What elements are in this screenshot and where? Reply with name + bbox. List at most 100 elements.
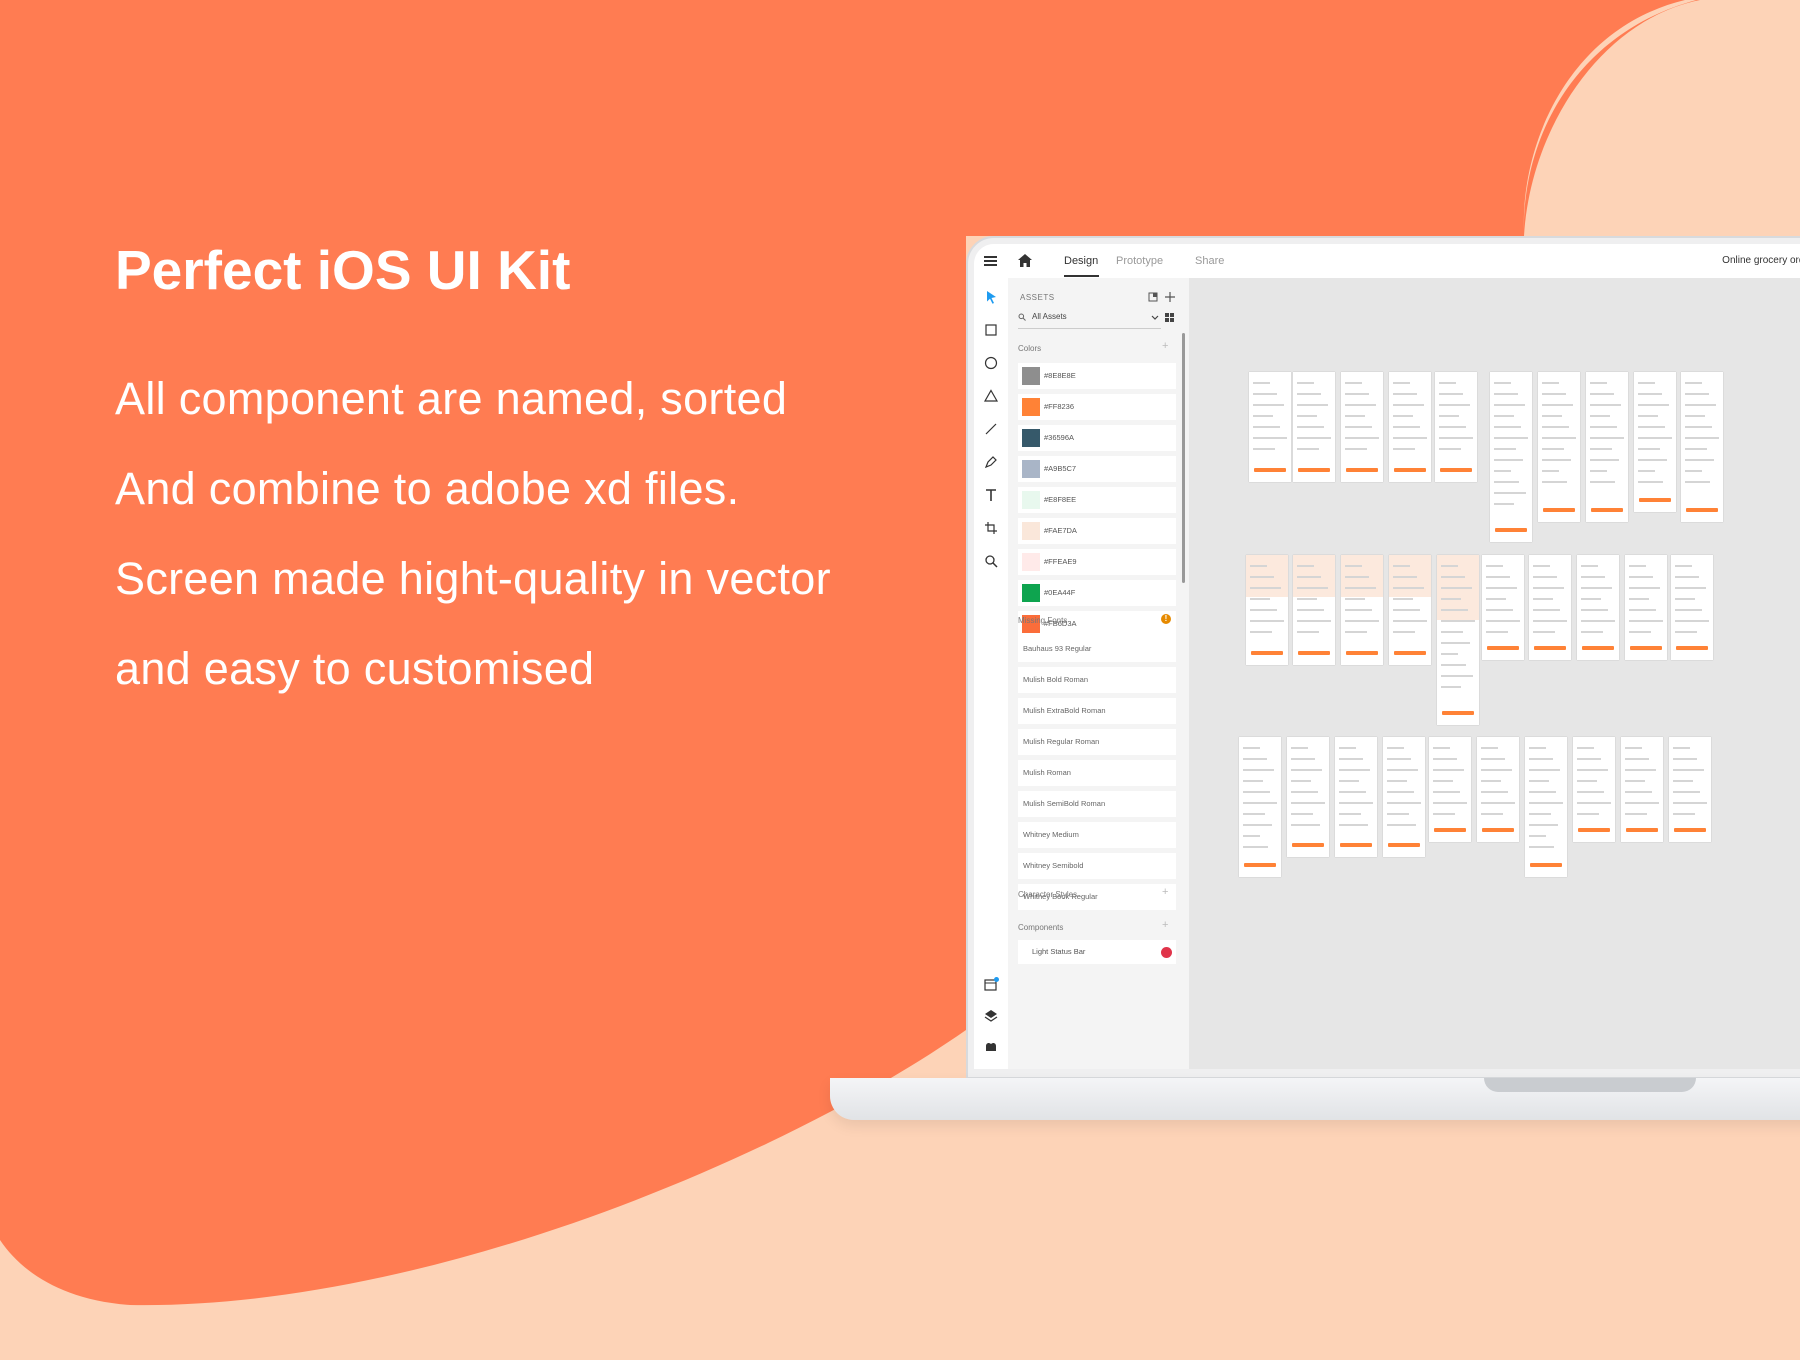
color-swatch-row[interactable]: #8E8E8E (1018, 363, 1176, 389)
artboard-thumbnail[interactable] (1341, 555, 1383, 665)
artboard-text-line (1673, 747, 1690, 749)
artboard-thumbnail[interactable] (1482, 555, 1524, 660)
artboard-icon[interactable] (982, 519, 1000, 537)
add-color-icon[interactable]: + (1162, 340, 1168, 352)
zoom-icon[interactable] (982, 552, 1000, 570)
artboard-thumbnail[interactable] (1249, 372, 1291, 482)
artboard-thumbnail[interactable] (1538, 372, 1580, 522)
artboard-button (1591, 508, 1623, 512)
artboard-thumbnail[interactable] (1529, 555, 1571, 660)
select-icon[interactable] (982, 288, 1000, 306)
artboard-text-line (1387, 791, 1414, 793)
artboard-text-line (1387, 758, 1412, 760)
assets-icon[interactable] (982, 976, 1000, 994)
artboard-thumbnail[interactable] (1669, 737, 1711, 842)
artboard-button (1676, 646, 1708, 650)
artboard-thumbnail[interactable] (1577, 555, 1619, 660)
artboard-text-line (1675, 620, 1709, 622)
artboard-button (1534, 646, 1566, 650)
artboard-thumbnail[interactable] (1586, 372, 1628, 522)
polygon-icon[interactable] (982, 387, 1000, 405)
artboard-thumbnail[interactable] (1383, 737, 1425, 857)
artboard-text-line (1577, 813, 1600, 815)
artboard-text-line (1291, 791, 1318, 793)
color-swatch-row[interactable]: #FFEAE9 (1018, 549, 1176, 575)
artboard-thumbnail[interactable] (1525, 737, 1567, 877)
pen-icon[interactable] (982, 453, 1000, 471)
artboard-text-line (1625, 769, 1657, 771)
add-character-style-icon[interactable]: + (1162, 886, 1168, 898)
design-canvas[interactable] (1189, 278, 1800, 1069)
layers-icon[interactable] (982, 1007, 1000, 1025)
color-swatch-row[interactable]: #0EA44F (1018, 580, 1176, 606)
line-icon[interactable] (982, 420, 1000, 438)
color-swatch-row[interactable]: #36596A (1018, 425, 1176, 451)
color-swatch-row[interactable]: #E8F8EE (1018, 487, 1176, 513)
artboard-thumbnail[interactable] (1573, 737, 1615, 842)
artboard-button (1394, 468, 1426, 472)
ellipse-icon[interactable] (982, 354, 1000, 372)
color-swatch-row[interactable]: #FAE7DA (1018, 518, 1176, 544)
artboard-thumbnail[interactable] (1621, 737, 1663, 842)
artboard-text-line (1590, 382, 1607, 384)
artboard-text-line (1638, 393, 1663, 395)
artboard-text-line (1486, 565, 1503, 567)
artboard-thumbnail[interactable] (1490, 372, 1532, 542)
color-swatch (1022, 398, 1040, 416)
artboard-thumbnail[interactable] (1287, 737, 1329, 857)
artboard-thumbnail[interactable] (1341, 372, 1383, 482)
artboard-text-line (1685, 481, 1710, 483)
artboard-thumbnail[interactable] (1293, 555, 1335, 665)
artboard-thumbnail[interactable] (1435, 372, 1477, 482)
home-icon[interactable] (1018, 254, 1032, 267)
artboard-text-line (1625, 747, 1642, 749)
artboard-thumbnail[interactable] (1625, 555, 1667, 660)
missing-font-item[interactable]: Whitney Semibold (1018, 853, 1176, 879)
plugins-icon[interactable] (982, 1038, 1000, 1056)
artboard-text-line (1529, 780, 1549, 782)
add-icon[interactable] (1165, 292, 1175, 302)
artboard-thumbnail[interactable] (1335, 737, 1377, 857)
artboard-text-line (1393, 437, 1427, 439)
artboard-button (1487, 646, 1519, 650)
export-icon[interactable] (1148, 292, 1158, 302)
hamburger-menu-icon[interactable] (984, 256, 997, 266)
artboard-thumbnail[interactable] (1429, 737, 1471, 842)
missing-font-item[interactable]: Mulish Roman (1018, 760, 1176, 786)
artboard-thumbnail[interactable] (1437, 555, 1479, 725)
artboard-thumbnail[interactable] (1239, 737, 1281, 877)
tab-prototype[interactable]: Prototype (1116, 244, 1163, 278)
missing-font-item[interactable]: Mulish SemiBold Roman (1018, 791, 1176, 817)
add-component-icon[interactable]: + (1162, 919, 1168, 931)
artboard-thumbnail[interactable] (1477, 737, 1519, 842)
artboard-thumbnail[interactable] (1246, 555, 1288, 665)
component-item[interactable]: Light Status Bar (1018, 940, 1176, 964)
artboard-thumbnail[interactable] (1293, 372, 1335, 482)
color-swatch-row[interactable]: #A9B5C7 (1018, 456, 1176, 482)
missing-font-item[interactable]: Mulish ExtraBold Roman (1018, 698, 1176, 724)
artboard-text-line (1529, 846, 1554, 848)
artboard-text-line (1533, 620, 1567, 622)
artboard-thumbnail[interactable] (1389, 372, 1431, 482)
artboard-thumbnail[interactable] (1389, 555, 1431, 665)
missing-font-item[interactable]: Mulish Bold Roman (1018, 667, 1176, 693)
artboard-text-line (1345, 426, 1372, 428)
artboard-text-line (1675, 598, 1695, 600)
assets-scrollbar[interactable] (1182, 333, 1185, 583)
artboard-text-line (1441, 598, 1461, 600)
color-swatch-row[interactable]: #FF8236 (1018, 394, 1176, 420)
missing-fonts-label: Missing Fonts (1018, 616, 1068, 625)
assets-filter-dropdown[interactable]: All Assets (1018, 308, 1161, 329)
artboard-thumbnail[interactable] (1671, 555, 1713, 660)
tab-share[interactable]: Share (1195, 244, 1224, 278)
artboard-thumbnail[interactable] (1634, 372, 1676, 512)
text-icon[interactable] (982, 486, 1000, 504)
artboard-text-line (1433, 769, 1465, 771)
artboard-thumbnail[interactable] (1681, 372, 1723, 522)
missing-font-item[interactable]: Whitney Medium (1018, 822, 1176, 848)
missing-font-item[interactable]: Mulish Regular Roman (1018, 729, 1176, 755)
tab-design[interactable]: Design (1064, 244, 1098, 278)
rectangle-icon[interactable] (982, 321, 1000, 339)
grid-view-icon[interactable] (1165, 313, 1174, 322)
missing-font-item[interactable]: Bauhaus 93 Regular (1018, 636, 1176, 662)
